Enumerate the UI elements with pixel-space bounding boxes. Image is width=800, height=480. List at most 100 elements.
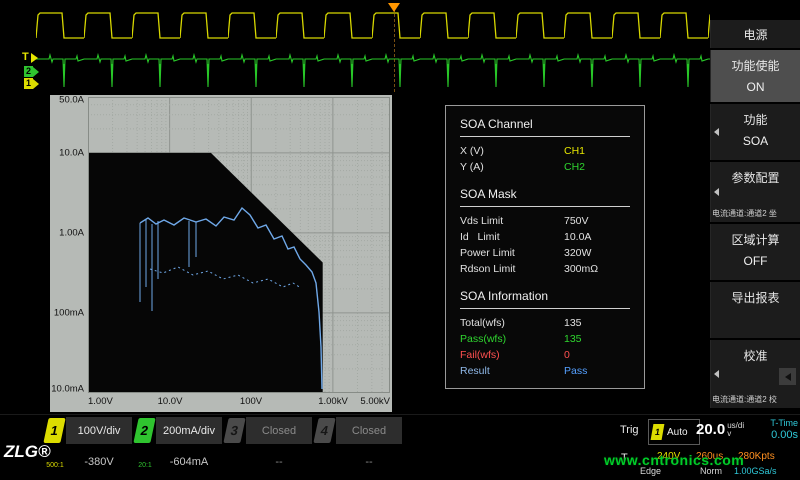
soa-information-section: SOA Information Total(wfs) 135 Pass(wfs)… xyxy=(460,289,630,379)
oscilloscope-screen: T 2 1 50.0A 10.0A 1.00A 100mA 10.0mA 1.0… xyxy=(0,0,800,480)
channel1-probe-ratio: 500:1 xyxy=(45,462,65,469)
row-label: Total(wfs) xyxy=(460,317,564,329)
trigger-marker-label: T xyxy=(20,52,31,63)
y-axis-tick: 1.00A xyxy=(50,228,84,239)
soa-row: Vds Limit 750V xyxy=(460,213,630,229)
waveform-display xyxy=(36,2,710,94)
menu-label: 功能使能 xyxy=(711,57,800,74)
sidebar-item-parameter-config[interactable]: 参数配置 电流通道:通道2 坐 xyxy=(710,162,800,222)
menu-value: SOA xyxy=(711,134,800,148)
arrow-right-icon xyxy=(33,79,39,89)
x-axis-tick: 100V xyxy=(240,396,262,407)
row-value: 135 xyxy=(564,333,630,345)
row-value: 320W xyxy=(564,247,630,259)
section-title: SOA Channel xyxy=(460,117,630,137)
channel2-scale: 200mA/div xyxy=(156,417,222,444)
channel1-badge[interactable]: 1 xyxy=(43,418,65,443)
section-title: SOA Information xyxy=(460,289,630,309)
menu-label: 校准 xyxy=(711,347,800,364)
menu-label: 导出报表 xyxy=(711,289,800,306)
soa-row: Power Limit 320W xyxy=(460,245,630,261)
t-time-label: T-Time xyxy=(744,418,798,428)
trigger-position-line xyxy=(394,4,395,92)
menu-label: 区域计算 xyxy=(711,231,800,248)
channel4-scale: Closed xyxy=(336,417,402,444)
channel3-offset: -- xyxy=(246,456,312,468)
row-label: Rdson Limit xyxy=(460,263,564,275)
timebase-unit: us/div xyxy=(727,422,744,438)
channel1-block[interactable]: 1 100V/div 500:1 -380V xyxy=(44,416,134,480)
ch2-marker-label: 2 xyxy=(24,66,33,77)
row-label: Y (A) xyxy=(460,161,564,173)
chevron-left-icon xyxy=(785,373,791,381)
ch1-marker-label: 1 xyxy=(24,78,33,89)
row-label: X (V) xyxy=(460,145,564,157)
sidebar-item-export-report[interactable]: 导出报表 xyxy=(710,282,800,338)
soa-plot-panel: 50.0A 10.0A 1.00A 100mA 10.0mA 1.00V 10.… xyxy=(50,95,392,412)
soa-row: Result Pass xyxy=(460,363,630,379)
ch2-waveform xyxy=(36,2,710,94)
sidebar-item-function[interactable]: 功能 SOA xyxy=(710,104,800,160)
channel2-block[interactable]: 2 200mA/div 20:1 -604mA xyxy=(134,416,224,480)
watermark: www.cntronics.com xyxy=(604,452,744,468)
sidebar-item-area-calc[interactable]: 区域计算 OFF xyxy=(710,224,800,280)
submenu-arrow-icon xyxy=(714,128,719,136)
y-axis-tick: 10.0mA xyxy=(50,384,84,395)
channel1-offset: -380V xyxy=(66,456,132,468)
arrow-right-icon xyxy=(31,53,38,63)
trigger-time-readout: T-Time 0.00s xyxy=(744,418,798,441)
menu-value: ON xyxy=(711,80,800,94)
row-label: Id Limit xyxy=(460,231,564,243)
channel3-block[interactable]: 3 Closed -- xyxy=(224,416,314,480)
soa-mask-section: SOA Mask Vds Limit 750V Id Limit 10.0A P… xyxy=(460,187,630,277)
soa-row: Fail(wfs) 0 xyxy=(460,347,630,363)
soa-row: Pass(wfs) 135 xyxy=(460,331,630,347)
row-value: CH1 xyxy=(564,145,630,157)
trigger-status-box[interactable]: 1 Auto xyxy=(648,419,700,445)
ch1-position-marker[interactable]: 1 xyxy=(24,78,39,89)
soa-row: Total(wfs) 135 xyxy=(460,315,630,331)
channel2-badge[interactable]: 2 xyxy=(133,418,155,443)
trigger-mode: Auto xyxy=(667,427,688,438)
trigger-label: Trig xyxy=(620,424,639,436)
submenu-arrow-icon xyxy=(714,188,719,196)
row-value: CH2 xyxy=(564,161,630,173)
y-axis-tick: 100mA xyxy=(50,308,84,319)
trigger-level-marker[interactable]: T xyxy=(20,52,38,63)
row-value: 135 xyxy=(564,317,630,329)
menu-detail: 电流通道:通道2 坐 xyxy=(712,208,799,219)
trigger-position-marker-icon[interactable] xyxy=(388,3,400,12)
soa-channel-section: SOA Channel X (V) CH1 Y (A) CH2 xyxy=(460,117,630,175)
x-axis-tick: 1.00kV xyxy=(318,396,348,407)
soa-mask-region xyxy=(88,153,323,393)
soa-row: Y (A) CH2 xyxy=(460,159,630,175)
y-axis-tick: 10.0A xyxy=(50,148,84,159)
channel4-block[interactable]: 4 Closed -- xyxy=(314,416,404,480)
sidebar-item-power[interactable]: 电源 xyxy=(710,20,800,48)
channel1-scale: 100V/div xyxy=(66,417,132,444)
channel2-probe-ratio: 20:1 xyxy=(135,462,155,469)
soa-row: Id Limit 10.0A xyxy=(460,229,630,245)
soa-row: X (V) CH1 xyxy=(460,143,630,159)
menu-value: OFF xyxy=(711,254,800,268)
row-label: Fail(wfs) xyxy=(460,349,564,361)
soa-info-panel: SOA Channel X (V) CH1 Y (A) CH2 SOA Mask… xyxy=(445,105,645,389)
menu-detail: 电流通道:通道2 校 xyxy=(712,394,799,405)
row-value: Pass xyxy=(564,365,630,377)
timebase-value: 20.0 xyxy=(696,421,725,438)
row-label: Vds Limit xyxy=(460,215,564,227)
arrow-right-icon xyxy=(33,67,39,77)
soa-row: Rdson Limit 300mΩ xyxy=(460,261,630,277)
menu-label: 功能 xyxy=(711,111,800,128)
row-value: 0 xyxy=(564,349,630,361)
x-axis-tick: 10.0V xyxy=(158,396,183,407)
ch2-position-marker[interactable]: 2 xyxy=(24,66,39,77)
menu-collapse-button[interactable] xyxy=(779,368,796,385)
timebase-control[interactable]: 20.0 us/div xyxy=(696,421,744,438)
row-value: 300mΩ xyxy=(564,263,630,275)
x-axis-tick: 1.00V xyxy=(88,396,113,407)
channel4-badge[interactable]: 4 xyxy=(313,418,335,443)
sidebar-item-function-enable[interactable]: 功能使能 ON xyxy=(710,50,800,102)
trigger-source-badge: 1 xyxy=(651,424,665,440)
channel3-badge[interactable]: 3 xyxy=(223,418,245,443)
